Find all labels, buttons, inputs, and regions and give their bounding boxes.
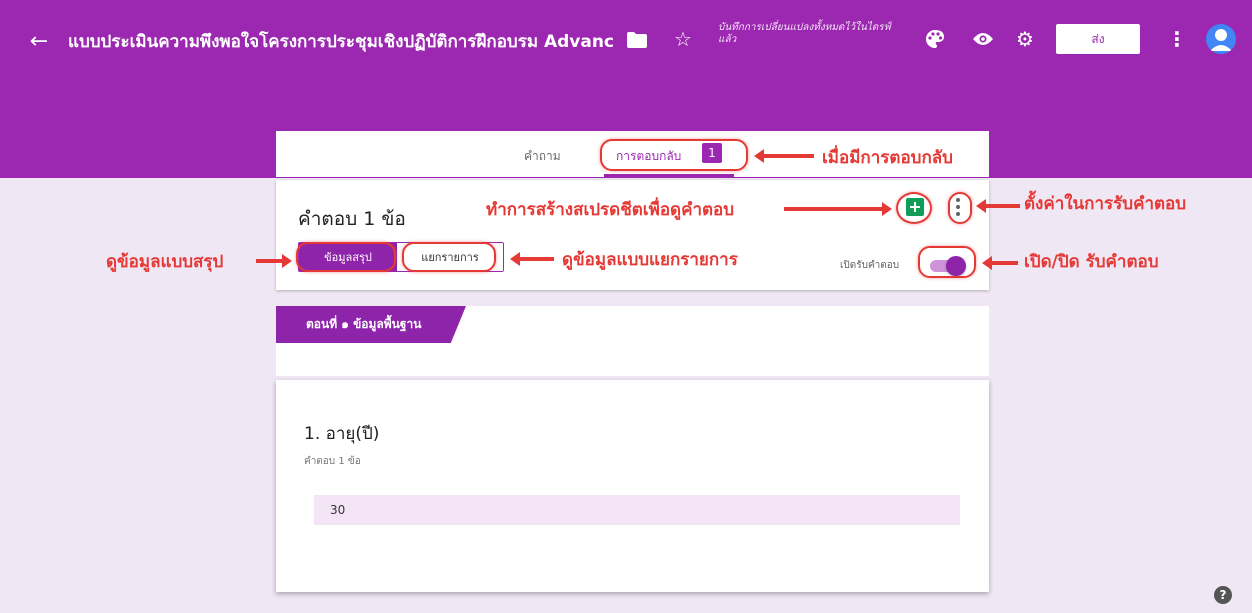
form-title[interactable]: แบบประเมินความพึงพอใจโครงการประชุมเชิงปฏ… — [68, 28, 614, 55]
send-button[interactable]: ส่ง — [1056, 24, 1140, 54]
active-tab-indicator — [604, 174, 734, 177]
annotation-individual: ดูข้อมูลแบบแยกรายการ — [562, 250, 738, 270]
section-header: ตอนที่ ๑ ข้อมูลพื้นฐาน — [276, 306, 989, 376]
gear-icon[interactable]: ⚙ — [1012, 26, 1038, 52]
eye-icon[interactable] — [970, 26, 996, 52]
help-icon[interactable]: ? — [1214, 586, 1232, 604]
folder-icon[interactable] — [626, 30, 648, 50]
callout-responses-tab — [600, 139, 748, 171]
annotation-settings: ตั้งค่าในการรับคำตอบ — [1024, 194, 1187, 214]
callout-individual — [402, 242, 496, 272]
star-icon[interactable]: ☆ — [670, 26, 696, 52]
callout-toggle — [918, 246, 976, 278]
section-title: ตอนที่ ๑ ข้อมูลพื้นฐาน — [276, 306, 466, 343]
annotation-toggle: เปิด/ปิด รับคำตอบ — [1024, 252, 1159, 272]
back-arrow-icon[interactable]: ← — [26, 28, 52, 54]
accepting-responses-label: เปิดรับคำตอบ — [840, 260, 900, 271]
avatar[interactable] — [1206, 24, 1236, 54]
arrow-responses-tab — [754, 149, 814, 163]
annotation-create-sheet: ทำการสร้างสเปรดชีตเพื่อดูคำตอบ — [486, 200, 735, 220]
more-vert-icon[interactable]: ⋮ — [1166, 26, 1188, 52]
responses-count-heading: คำตอบ 1 ข้อ — [298, 208, 406, 230]
header-toolbar: ← แบบประเมินความพึงพอใจโครงการประชุมเชิง… — [0, 22, 1252, 58]
arrow-summary — [256, 254, 292, 268]
save-status: บันทึกการเปลี่ยนแปลงทั้งหมดไว้ในไดรฟ์แล้… — [718, 22, 891, 45]
palette-icon[interactable] — [922, 26, 948, 52]
arrow-create-sheet — [784, 202, 892, 216]
question-title: 1. อายุ(ปี) — [304, 424, 380, 444]
arrow-settings — [976, 199, 1020, 213]
tab-questions[interactable]: คำถาม — [524, 147, 561, 166]
callout-sheets-icon — [896, 192, 932, 224]
annotation-responses-tab: เมื่อมีการตอบกลับ — [822, 148, 953, 168]
callout-more-icon — [948, 192, 972, 224]
annotation-summary: ดูข้อมูลแบบสรุป — [106, 252, 224, 272]
arrow-toggle — [982, 256, 1018, 270]
arrow-individual — [510, 252, 554, 266]
question-response-count: คำตอบ 1 ข้อ — [304, 456, 361, 467]
answer-row: 30 — [314, 495, 960, 525]
callout-summary — [296, 242, 396, 272]
question-card: 1. อายุ(ปี) คำตอบ 1 ข้อ 30 — [276, 380, 989, 592]
